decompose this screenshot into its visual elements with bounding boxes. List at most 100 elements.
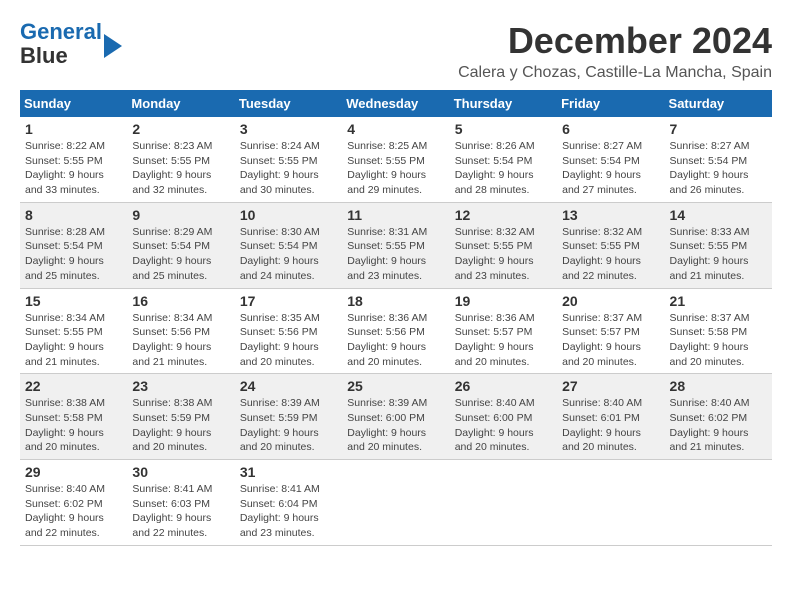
day-number: 12 xyxy=(455,207,552,223)
day-info: Sunrise: 8:30 AM Sunset: 5:54 PM Dayligh… xyxy=(240,225,337,284)
day-number: 3 xyxy=(240,121,337,137)
header-monday: Monday xyxy=(127,90,234,117)
month-title: December 2024 xyxy=(458,20,772,62)
calendar-cell: 12 Sunrise: 8:32 AM Sunset: 5:55 PM Dayli… xyxy=(450,202,557,288)
header-sunday: Sunday xyxy=(20,90,127,117)
day-number: 1 xyxy=(25,121,122,137)
day-info: Sunrise: 8:34 AM Sunset: 5:56 PM Dayligh… xyxy=(132,311,229,370)
calendar-cell: 10 Sunrise: 8:30 AM Sunset: 5:54 PM Dayli… xyxy=(235,202,342,288)
day-info: Sunrise: 8:40 AM Sunset: 6:02 PM Dayligh… xyxy=(670,396,767,455)
day-info: Sunrise: 8:27 AM Sunset: 5:54 PM Dayligh… xyxy=(670,139,767,198)
calendar-cell: 21Sunrise: 8:37 AM Sunset: 5:58 PM Dayli… xyxy=(665,288,772,374)
calendar-cell: 11 Sunrise: 8:31 AM Sunset: 5:55 PM Dayli… xyxy=(342,202,449,288)
calendar-cell: 17Sunrise: 8:35 AM Sunset: 5:56 PM Dayli… xyxy=(235,288,342,374)
day-number: 17 xyxy=(240,293,337,309)
logo: General Blue xyxy=(20,20,122,68)
header-tuesday: Tuesday xyxy=(235,90,342,117)
day-info: Sunrise: 8:25 AM Sunset: 5:55 PM Dayligh… xyxy=(347,139,444,198)
day-info: Sunrise: 8:23 AM Sunset: 5:55 PM Dayligh… xyxy=(132,139,229,198)
day-info: Sunrise: 8:40 AM Sunset: 6:02 PM Dayligh… xyxy=(25,482,122,541)
header-thursday: Thursday xyxy=(450,90,557,117)
day-number: 18 xyxy=(347,293,444,309)
calendar-table: SundayMondayTuesdayWednesdayThursdayFrid… xyxy=(20,90,772,546)
day-info: Sunrise: 8:36 AM Sunset: 5:57 PM Dayligh… xyxy=(455,311,552,370)
logo-arrow-icon xyxy=(104,34,122,58)
calendar-cell: 1 Sunrise: 8:22 AM Sunset: 5:55 PM Daylig… xyxy=(20,117,127,202)
day-info: Sunrise: 8:41 AM Sunset: 6:04 PM Dayligh… xyxy=(240,482,337,541)
calendar-cell: 19 Sunrise: 8:36 AM Sunset: 5:57 PM Dayli… xyxy=(450,288,557,374)
day-info: Sunrise: 8:32 AM Sunset: 5:55 PM Dayligh… xyxy=(562,225,659,284)
logo-general: General xyxy=(20,19,102,44)
calendar-cell xyxy=(557,460,664,546)
day-number: 22 xyxy=(25,378,122,394)
calendar-cell: 28 Sunrise: 8:40 AM Sunset: 6:02 PM Dayli… xyxy=(665,374,772,460)
day-number: 7 xyxy=(670,121,767,137)
day-info: Sunrise: 8:24 AM Sunset: 5:55 PM Dayligh… xyxy=(240,139,337,198)
calendar-cell: 24Sunrise: 8:39 AM Sunset: 5:59 PM Dayli… xyxy=(235,374,342,460)
calendar-cell: 7 Sunrise: 8:27 AM Sunset: 5:54 PM Daylig… xyxy=(665,117,772,202)
day-number: 30 xyxy=(132,464,229,480)
calendar-cell xyxy=(342,460,449,546)
day-number: 19 xyxy=(455,293,552,309)
day-number: 23 xyxy=(132,378,229,394)
day-number: 15 xyxy=(25,293,122,309)
header-wednesday: Wednesday xyxy=(342,90,449,117)
day-number: 5 xyxy=(455,121,552,137)
calendar-cell: 5 Sunrise: 8:26 AM Sunset: 5:54 PM Daylig… xyxy=(450,117,557,202)
day-info: Sunrise: 8:38 AM Sunset: 5:58 PM Dayligh… xyxy=(25,396,122,455)
day-info: Sunrise: 8:40 AM Sunset: 6:00 PM Dayligh… xyxy=(455,396,552,455)
logo-blue: Blue xyxy=(20,43,68,68)
calendar-cell: 20Sunrise: 8:37 AM Sunset: 5:57 PM Dayli… xyxy=(557,288,664,374)
page-header: General Blue December 2024 Calera y Choz… xyxy=(20,20,772,82)
calendar-cell: 13 Sunrise: 8:32 AM Sunset: 5:55 PM Dayli… xyxy=(557,202,664,288)
day-info: Sunrise: 8:31 AM Sunset: 5:55 PM Dayligh… xyxy=(347,225,444,284)
day-number: 13 xyxy=(562,207,659,223)
day-info: Sunrise: 8:40 AM Sunset: 6:01 PM Dayligh… xyxy=(562,396,659,455)
day-number: 6 xyxy=(562,121,659,137)
day-info: Sunrise: 8:38 AM Sunset: 5:59 PM Dayligh… xyxy=(132,396,229,455)
day-info: Sunrise: 8:36 AM Sunset: 5:56 PM Dayligh… xyxy=(347,311,444,370)
location-title: Calera y Chozas, Castille-La Mancha, Spa… xyxy=(458,64,772,82)
calendar-cell: 14Sunrise: 8:33 AM Sunset: 5:55 PM Dayli… xyxy=(665,202,772,288)
calendar-cell xyxy=(450,460,557,546)
week-row-3: 15 Sunrise: 8:34 AM Sunset: 5:55 PM Dayli… xyxy=(20,288,772,374)
day-info: Sunrise: 8:39 AM Sunset: 6:00 PM Dayligh… xyxy=(347,396,444,455)
day-info: Sunrise: 8:33 AM Sunset: 5:55 PM Dayligh… xyxy=(670,225,767,284)
day-info: Sunrise: 8:34 AM Sunset: 5:55 PM Dayligh… xyxy=(25,311,122,370)
logo-text: General Blue xyxy=(20,20,102,68)
day-number: 29 xyxy=(25,464,122,480)
week-row-4: 22 Sunrise: 8:38 AM Sunset: 5:58 PM Dayli… xyxy=(20,374,772,460)
day-number: 28 xyxy=(670,378,767,394)
title-block: December 2024 Calera y Chozas, Castille-… xyxy=(458,20,772,82)
day-number: 25 xyxy=(347,378,444,394)
calendar-cell: 2 Sunrise: 8:23 AM Sunset: 5:55 PM Daylig… xyxy=(127,117,234,202)
day-number: 4 xyxy=(347,121,444,137)
calendar-cell: 27 Sunrise: 8:40 AM Sunset: 6:01 PM Dayli… xyxy=(557,374,664,460)
calendar-cell: 15 Sunrise: 8:34 AM Sunset: 5:55 PM Dayli… xyxy=(20,288,127,374)
day-number: 11 xyxy=(347,207,444,223)
day-number: 26 xyxy=(455,378,552,394)
calendar-cell: 3 Sunrise: 8:24 AM Sunset: 5:55 PM Daylig… xyxy=(235,117,342,202)
header-row: SundayMondayTuesdayWednesdayThursdayFrid… xyxy=(20,90,772,117)
calendar-cell: 6 Sunrise: 8:27 AM Sunset: 5:54 PM Daylig… xyxy=(557,117,664,202)
calendar-cell: 4 Sunrise: 8:25 AM Sunset: 5:55 PM Daylig… xyxy=(342,117,449,202)
header-friday: Friday xyxy=(557,90,664,117)
day-number: 2 xyxy=(132,121,229,137)
day-info: Sunrise: 8:26 AM Sunset: 5:54 PM Dayligh… xyxy=(455,139,552,198)
calendar-cell: 9Sunrise: 8:29 AM Sunset: 5:54 PM Daylig… xyxy=(127,202,234,288)
day-info: Sunrise: 8:22 AM Sunset: 5:55 PM Dayligh… xyxy=(25,139,122,198)
day-number: 31 xyxy=(240,464,337,480)
day-info: Sunrise: 8:27 AM Sunset: 5:54 PM Dayligh… xyxy=(562,139,659,198)
day-info: Sunrise: 8:28 AM Sunset: 5:54 PM Dayligh… xyxy=(25,225,122,284)
calendar-cell: 29 Sunrise: 8:40 AM Sunset: 6:02 PM Dayli… xyxy=(20,460,127,546)
calendar-cell: 22 Sunrise: 8:38 AM Sunset: 5:58 PM Dayli… xyxy=(20,374,127,460)
day-info: Sunrise: 8:32 AM Sunset: 5:55 PM Dayligh… xyxy=(455,225,552,284)
day-number: 10 xyxy=(240,207,337,223)
day-number: 24 xyxy=(240,378,337,394)
calendar-cell: 16Sunrise: 8:34 AM Sunset: 5:56 PM Dayli… xyxy=(127,288,234,374)
calendar-cell: 23 Sunrise: 8:38 AM Sunset: 5:59 PM Dayli… xyxy=(127,374,234,460)
calendar-cell: 31 Sunrise: 8:41 AM Sunset: 6:04 PM Dayli… xyxy=(235,460,342,546)
week-row-5: 29 Sunrise: 8:40 AM Sunset: 6:02 PM Dayli… xyxy=(20,460,772,546)
day-number: 21 xyxy=(670,293,767,309)
day-number: 27 xyxy=(562,378,659,394)
